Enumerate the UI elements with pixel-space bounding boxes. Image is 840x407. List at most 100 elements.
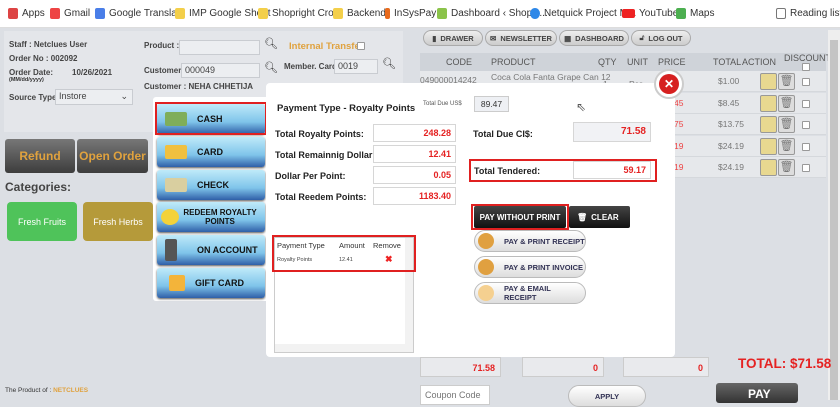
pay-email-receipt-button[interactable]: PAY & EMAIL RECEIPT: [474, 282, 586, 304]
trash-icon: 🗑︎: [577, 212, 588, 222]
check-button[interactable]: CHECK: [157, 170, 265, 200]
bookmark-maps[interactable]: Maps: [676, 8, 714, 19]
discount-checkbox[interactable]: [802, 99, 810, 108]
search-icon[interactable]: 🔍︎: [382, 57, 396, 70]
header-discount: DISCOUNT: [784, 53, 831, 63]
bookmark-label: InSysPay: [394, 8, 437, 19]
close-button[interactable]: ✕: [654, 69, 684, 99]
edit-icon[interactable]: [760, 116, 777, 133]
customer-input[interactable]: 000049: [181, 63, 260, 78]
edit-icon[interactable]: [760, 159, 777, 176]
member-card-input[interactable]: 0019: [334, 59, 378, 74]
discount-checkbox[interactable]: [802, 142, 810, 151]
trash-icon[interactable]: 🗑︎: [778, 137, 795, 155]
bookmark-backend[interactable]: Backend: [333, 8, 386, 19]
clear-button[interactable]: 🗑︎ CLEAR: [569, 206, 630, 228]
redeem-label: REDEEM ROYALTY POINTS: [183, 208, 257, 226]
header-action: ACTION: [742, 57, 777, 67]
total-redeem-points-value: 1183.40: [373, 187, 456, 205]
card-button[interactable]: CARD: [157, 137, 265, 167]
trash-icon[interactable]: 🗑︎: [778, 94, 795, 112]
product-input[interactable]: [179, 40, 260, 55]
price-cell: 19: [674, 140, 684, 151]
trash-icon[interactable]: 🗑︎: [778, 159, 795, 176]
field-label: Dollar Per Point:: [275, 171, 346, 181]
bookmark-label: Google Translate: [109, 8, 186, 19]
lock-icon: 🔓︎: [639, 33, 645, 42]
highlight-box: [272, 235, 416, 272]
open-order-button[interactable]: Open Order: [77, 139, 148, 173]
total-due-ci-label: Total Due CI$:: [473, 129, 533, 139]
pay-print-invoice-button[interactable]: PAY & PRINT INVOICE: [474, 256, 586, 278]
bookmark-apps[interactable]: Apps: [8, 8, 45, 19]
total-cell: $8.45: [718, 97, 740, 108]
discount-checkbox[interactable]: [802, 121, 810, 129]
pay-button[interactable]: PAY: [716, 383, 798, 403]
scrollbar[interactable]: [828, 30, 840, 400]
search-icon[interactable]: 🔍︎: [264, 61, 278, 74]
list-hscrollbar[interactable]: [275, 344, 413, 352]
source-type-select[interactable]: Instore ⌄: [55, 89, 133, 105]
bookmark-label: YouTube: [639, 8, 679, 19]
cart-table-header: CODE PRODUCT QTY UNIT PRICE TOTAL ACTION…: [420, 53, 831, 71]
grand-total: TOTAL: $71.58: [738, 356, 832, 371]
source-type-value: Instore: [59, 91, 87, 101]
reading-list-label: Reading list: [790, 8, 840, 19]
bookmark-insyspay[interactable]: InSysPay: [385, 8, 436, 19]
bookmark-label: Shopright Cron: [272, 8, 340, 19]
field-label: Total Remainnig Dollar: [275, 150, 373, 160]
field-label: Total Reedem Points:: [275, 192, 367, 202]
pay-print-receipt-button[interactable]: PAY & PRINT RECEIPT: [474, 230, 586, 252]
field-label: Total Royalty Points:: [275, 129, 364, 139]
edit-icon[interactable]: [760, 73, 777, 90]
apply-button[interactable]: APPLY: [568, 385, 646, 407]
newsletter-label: NEWSLETTER: [500, 33, 552, 43]
bookmark-google-translate[interactable]: Google Translate: [95, 8, 185, 19]
logout-button[interactable]: 🔓︎ LOG OUT: [631, 30, 691, 46]
dashboard-button[interactable]: ▦ DASHBOARD: [559, 30, 629, 46]
newsletter-button[interactable]: ✉ NEWSLETTER: [485, 30, 557, 46]
bookmark-shopright-cron[interactable]: Shopright Cron: [258, 8, 339, 19]
on-account-button[interactable]: ON ACCOUNT: [157, 235, 265, 265]
trash-icon[interactable]: 🗑︎: [778, 116, 795, 133]
dollar-per-point-value: 0.05: [373, 166, 456, 184]
bookmark-netquick[interactable]: Netquick Project M...: [530, 8, 636, 19]
refund-button[interactable]: Refund: [5, 139, 75, 173]
total-cell: $24.19: [718, 162, 744, 172]
coupon-code-input[interactable]: [420, 385, 490, 405]
bookmark-imp-sheet[interactable]: IMP Google Sheet: [175, 8, 271, 19]
edit-icon[interactable]: [760, 137, 777, 155]
category-fresh-fruits[interactable]: Fresh Fruits: [7, 202, 77, 241]
category-fresh-herbs[interactable]: Fresh Herbs: [83, 202, 153, 241]
total-remaining-dollar-value: 12.41: [373, 145, 456, 163]
redeem-royalty-points-button[interactable]: REDEEM ROYALTY POINTS: [157, 202, 265, 232]
close-icon: ✕: [659, 74, 679, 94]
bookmark-youtube[interactable]: YouTube: [622, 8, 678, 19]
invoice-icon: [478, 259, 494, 275]
edit-icon[interactable]: [760, 94, 777, 112]
discount-all-checkbox[interactable]: [802, 63, 810, 71]
mouse-cursor-icon: ⇖: [576, 100, 587, 114]
discount-checkbox[interactable]: [802, 78, 810, 86]
trash-icon[interactable]: 🗑︎: [778, 73, 795, 90]
bookmark-label: Apps: [22, 8, 45, 19]
product-of-text: The Product of :: [5, 387, 52, 394]
discount-checkbox[interactable]: [802, 164, 810, 172]
gift-card-button[interactable]: GIFT CARD: [157, 268, 265, 298]
drawer-button[interactable]: ▮ DRAWER: [423, 30, 483, 46]
pay-print-invoice-label: PAY & PRINT INVOICE: [504, 262, 584, 272]
email-icon: [478, 285, 494, 301]
clear-label: CLEAR: [591, 212, 619, 222]
bookmark-gmail[interactable]: Gmail: [50, 8, 90, 19]
customer-name: Customer : NEHA CHHETIJA: [144, 82, 254, 91]
drawer-label: DRAWER: [440, 33, 474, 43]
check-icon: [165, 178, 187, 192]
internal-transfer-checkbox[interactable]: [357, 42, 365, 50]
reading-list[interactable]: Reading list: [776, 8, 840, 19]
categories-label: Categories:: [5, 180, 72, 194]
total-due-us-label: Total Due US$: [423, 101, 462, 107]
summary-value: 0: [522, 357, 604, 377]
search-icon[interactable]: 🔍︎: [264, 37, 278, 50]
chevron-down-icon: ⌄: [120, 91, 128, 101]
credit-card-icon: [165, 145, 187, 159]
